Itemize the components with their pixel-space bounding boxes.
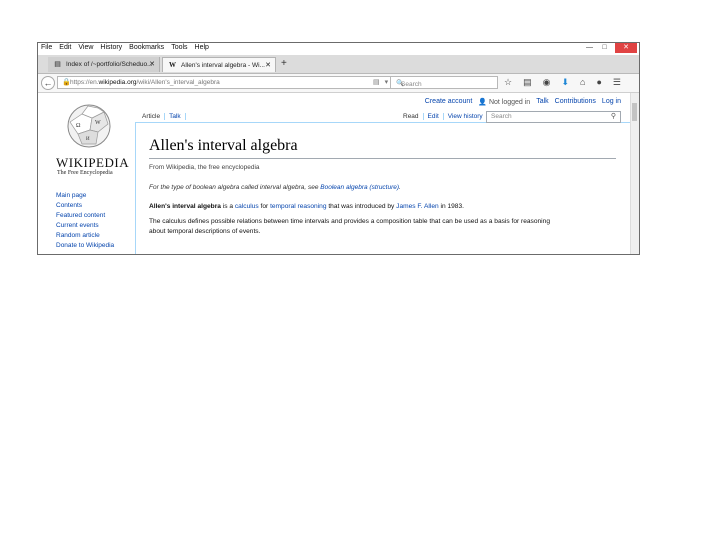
sidebar-item-contents[interactable]: Contents bbox=[56, 201, 114, 211]
talk-link[interactable]: Talk bbox=[536, 98, 548, 106]
sidebar-navigation: Main page Contents Featured content Curr… bbox=[56, 191, 114, 251]
hatnote-suffix: . bbox=[399, 184, 401, 191]
close-window-button[interactable]: ✕ bbox=[615, 43, 637, 53]
hatnote-link[interactable]: Boolean algebra (structure) bbox=[320, 184, 399, 191]
tab-title: Allen's interval algebra - Wi... bbox=[181, 62, 265, 69]
url-prefix: https://en. bbox=[70, 79, 99, 86]
text: is a bbox=[220, 203, 235, 210]
reader-view-icon[interactable]: ▤ bbox=[373, 78, 380, 86]
not-logged-in-text: Not logged in bbox=[488, 99, 531, 106]
personal-tools: Create account 👤 Not logged in Talk Cont… bbox=[425, 98, 621, 106]
browser-window: File Edit View History Bookmarks Tools H… bbox=[37, 42, 640, 255]
wikipedia-wordmark: WIKIPEDIA bbox=[56, 155, 130, 170]
not-logged-in-label: 👤 Not logged in bbox=[478, 98, 530, 106]
menu-help[interactable]: Help bbox=[195, 44, 209, 51]
page-content: Create account 👤 Not logged in Talk Cont… bbox=[38, 93, 631, 254]
close-tab-icon[interactable]: ✕ bbox=[265, 61, 271, 69]
link-james-f-allen[interactable]: James F. Allen bbox=[396, 203, 439, 210]
search-placeholder: 🔍 Search bbox=[396, 80, 422, 88]
contributions-link[interactable]: Contributions bbox=[555, 98, 596, 106]
tab-index-portfolio[interactable]: ▤ Index of /~portfolio/Scheduo... ✕ bbox=[48, 57, 160, 72]
toolbar-icons: ☆ ▤ ◉ ⬇ ⌂ ● ☰ bbox=[504, 77, 621, 88]
sidebar-item-main-page[interactable]: Main page bbox=[56, 191, 114, 201]
file-icon: ▤ bbox=[54, 61, 61, 68]
menu-file[interactable]: File bbox=[41, 44, 52, 51]
tab-edit[interactable]: Edit bbox=[424, 113, 444, 120]
bold-term: Allen's interval algebra bbox=[149, 203, 221, 210]
view-tabs: Read Edit View history bbox=[399, 113, 488, 120]
log-in-link[interactable]: Log in bbox=[602, 98, 621, 106]
paragraph-line: about temporal descriptions of events. bbox=[149, 227, 261, 235]
tab-title: Index of /~portfolio/Scheduo... bbox=[66, 61, 153, 68]
url-path: /wiki/Allen's_interval_algebra bbox=[136, 79, 220, 86]
star-icon[interactable]: ☆ bbox=[504, 77, 512, 88]
menu-bookmarks[interactable]: Bookmarks bbox=[129, 44, 164, 51]
url-domain: wikipedia.org bbox=[98, 79, 137, 86]
vertical-scrollbar[interactable] bbox=[630, 93, 639, 254]
wikipedia-globe-logo[interactable]: Ω W И bbox=[62, 100, 116, 148]
back-button[interactable]: ← bbox=[41, 76, 55, 90]
navigation-toolbar: ← 🔒 https://en.wikipedia.org/wiki/Allen'… bbox=[38, 74, 639, 93]
paragraph-calculus: The calculus defines possible relations … bbox=[149, 217, 550, 236]
bookmarks-icon[interactable]: ▤ bbox=[523, 77, 532, 88]
url-text: https://en.wikipedia.org/wiki/Allen's_in… bbox=[70, 79, 220, 86]
link-temporal-reasoning[interactable]: temporal reasoning bbox=[270, 203, 326, 210]
create-account-link[interactable]: Create account bbox=[425, 98, 472, 106]
menu-view[interactable]: View bbox=[78, 44, 93, 51]
scrollbar-thumb[interactable] bbox=[632, 103, 637, 121]
user-icon: 👤 bbox=[478, 99, 487, 106]
menu-bar: File Edit View History Bookmarks Tools H… bbox=[38, 43, 639, 55]
pocket-icon[interactable]: ◉ bbox=[543, 77, 551, 88]
dropdown-icon[interactable]: ▾ bbox=[385, 78, 389, 86]
sidebar-item-donate[interactable]: Donate to Wikipedia bbox=[56, 241, 114, 251]
svg-text:И: И bbox=[86, 137, 90, 142]
wiki-search-placeholder: Search bbox=[491, 113, 512, 120]
tab-read[interactable]: Read bbox=[399, 113, 424, 120]
paragraph-line: The calculus defines possible relations … bbox=[149, 218, 550, 225]
chat-icon[interactable]: ● bbox=[596, 77, 601, 88]
close-tab-icon[interactable]: ✕ bbox=[149, 60, 155, 68]
sidebar-item-featured-content[interactable]: Featured content bbox=[56, 211, 114, 221]
text: that was introduced by bbox=[326, 203, 397, 210]
browser-search-input[interactable]: 🔍 Search bbox=[390, 76, 498, 89]
new-tab-button[interactable]: + bbox=[281, 58, 287, 69]
url-bar[interactable]: 🔒 https://en.wikipedia.org/wiki/Allen's_… bbox=[57, 76, 403, 89]
wiki-search-input[interactable]: Search ⚲ bbox=[486, 111, 621, 123]
title-divider bbox=[149, 158, 616, 159]
menu-icon[interactable]: ☰ bbox=[613, 77, 621, 88]
hatnote: For the type of boolean algebra called i… bbox=[149, 184, 401, 191]
svg-text:W: W bbox=[95, 120, 101, 126]
download-icon[interactable]: ⬇ bbox=[561, 77, 569, 88]
link-calculus[interactable]: calculus bbox=[235, 203, 259, 210]
namespace-tabs: Article Talk bbox=[138, 113, 186, 120]
tab-view-history[interactable]: View history bbox=[444, 113, 488, 120]
menu: File Edit View History Bookmarks Tools H… bbox=[41, 44, 209, 51]
hatnote-text: For the type of boolean algebra called i… bbox=[149, 184, 321, 191]
menu-edit[interactable]: Edit bbox=[59, 44, 71, 51]
text: for bbox=[258, 203, 271, 210]
menu-tools[interactable]: Tools bbox=[171, 44, 187, 51]
menu-history[interactable]: History bbox=[100, 44, 122, 51]
wikipedia-w-icon: W bbox=[169, 61, 176, 69]
tab-bar: ▤ Index of /~portfolio/Scheduo... ✕ W Al… bbox=[38, 55, 639, 74]
text: in 1983. bbox=[438, 203, 464, 210]
tab-article[interactable]: Article bbox=[138, 113, 166, 120]
site-sub: From Wikipedia, the free encyclopedia bbox=[149, 164, 260, 171]
page-title: Allen's interval algebra bbox=[149, 137, 298, 154]
svg-text:Ω: Ω bbox=[76, 123, 81, 129]
search-placeholder-text: Search bbox=[401, 81, 422, 88]
minimize-button[interactable]: — bbox=[583, 43, 596, 53]
sidebar-item-random-article[interactable]: Random article bbox=[56, 231, 114, 241]
home-icon[interactable]: ⌂ bbox=[580, 77, 585, 88]
tab-talk[interactable]: Talk bbox=[165, 113, 186, 120]
maximize-button[interactable]: □ bbox=[598, 43, 611, 53]
wikipedia-tagline: The Free Encyclopedia bbox=[57, 170, 113, 176]
paragraph-intro: Allen's interval algebra is a calculus f… bbox=[149, 202, 464, 212]
search-icon[interactable]: ⚲ bbox=[611, 112, 616, 120]
sidebar-item-current-events[interactable]: Current events bbox=[56, 221, 114, 231]
tab-allens-interval-algebra[interactable]: W Allen's interval algebra - Wi... ✕ bbox=[162, 57, 276, 72]
